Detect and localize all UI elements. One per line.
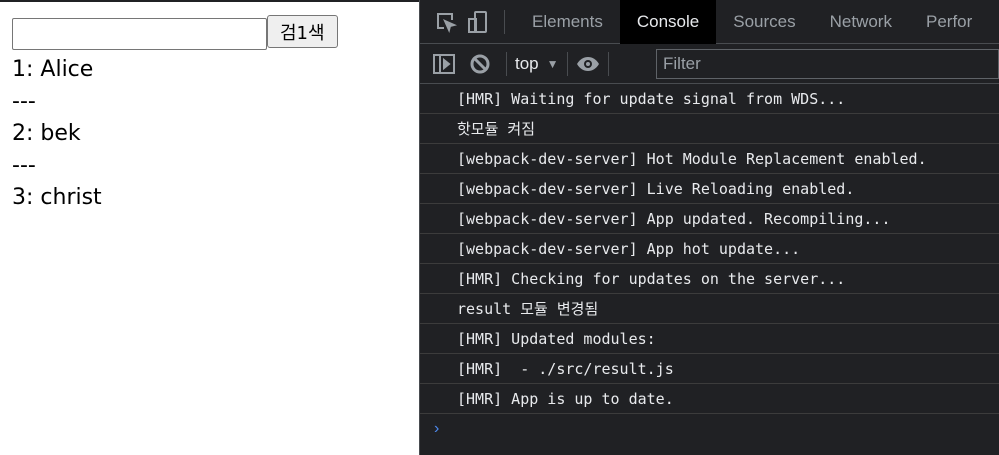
divider <box>504 9 505 34</box>
tab-performance[interactable]: Perfor <box>909 0 972 44</box>
divider <box>607 51 609 76</box>
console-message: [HMR] Updated modules: <box>420 324 999 354</box>
console-message: [HMR] Checking for updates on the server… <box>420 264 999 294</box>
context-selector[interactable]: top ▼ <box>515 54 559 74</box>
divider <box>506 51 507 76</box>
devtools-panel: Elements Console Sources Network Perfor … <box>419 0 999 455</box>
devtools-tabbar: Elements Console Sources Network Perfor <box>420 0 999 44</box>
tab-sources[interactable]: Sources <box>716 0 812 44</box>
console-message: [webpack-dev-server] Hot Module Replacem… <box>420 144 999 174</box>
console-message: [HMR] App is up to date. <box>420 384 999 414</box>
clear-console-icon[interactable] <box>468 52 492 76</box>
separator-line: --- <box>12 153 36 178</box>
result-line: 3: christ <box>12 185 102 210</box>
console-message: [webpack-dev-server] App hot update... <box>420 234 999 264</box>
inspect-element-icon[interactable] <box>434 10 458 34</box>
console-message: [HMR] - ./src/result.js <box>420 354 999 384</box>
filter-input[interactable]: Filter <box>656 49 999 79</box>
search-row: 검1색 <box>12 15 338 50</box>
tab-console[interactable]: Console <box>619 0 717 44</box>
console-prompt[interactable]: › <box>420 414 999 444</box>
console-message: [HMR] Waiting for update signal from WDS… <box>420 84 999 114</box>
console-message: 핫모듈 켜짐 <box>420 114 999 144</box>
sidebar-toggle-icon[interactable] <box>432 52 456 76</box>
separator-line: --- <box>12 89 36 114</box>
tab-elements[interactable]: Elements <box>515 0 620 44</box>
context-label: top <box>515 53 539 73</box>
result-line: 1: Alice <box>12 57 94 82</box>
console-message: [webpack-dev-server] Live Reloading enab… <box>420 174 999 204</box>
console-messages: [HMR] Waiting for update signal from WDS… <box>420 84 999 444</box>
console-message: result 모듈 변경됨 <box>420 294 999 324</box>
search-input[interactable] <box>12 18 267 50</box>
console-toolbar: top ▼ Filter <box>420 44 999 84</box>
console-message: [webpack-dev-server] App updated. Recomp… <box>420 204 999 234</box>
divider <box>566 51 568 76</box>
device-toolbar-icon[interactable] <box>466 10 490 34</box>
live-expression-eye-icon[interactable] <box>576 52 600 76</box>
page-viewport: 검1색 1: Alice --- 2: bek --- 3: christ <box>0 0 419 455</box>
dropdown-arrow-icon: ▼ <box>546 56 559 71</box>
result-line: 2: bek <box>12 121 81 146</box>
tab-network[interactable]: Network <box>813 0 909 44</box>
search-button[interactable]: 검1색 <box>267 15 338 48</box>
